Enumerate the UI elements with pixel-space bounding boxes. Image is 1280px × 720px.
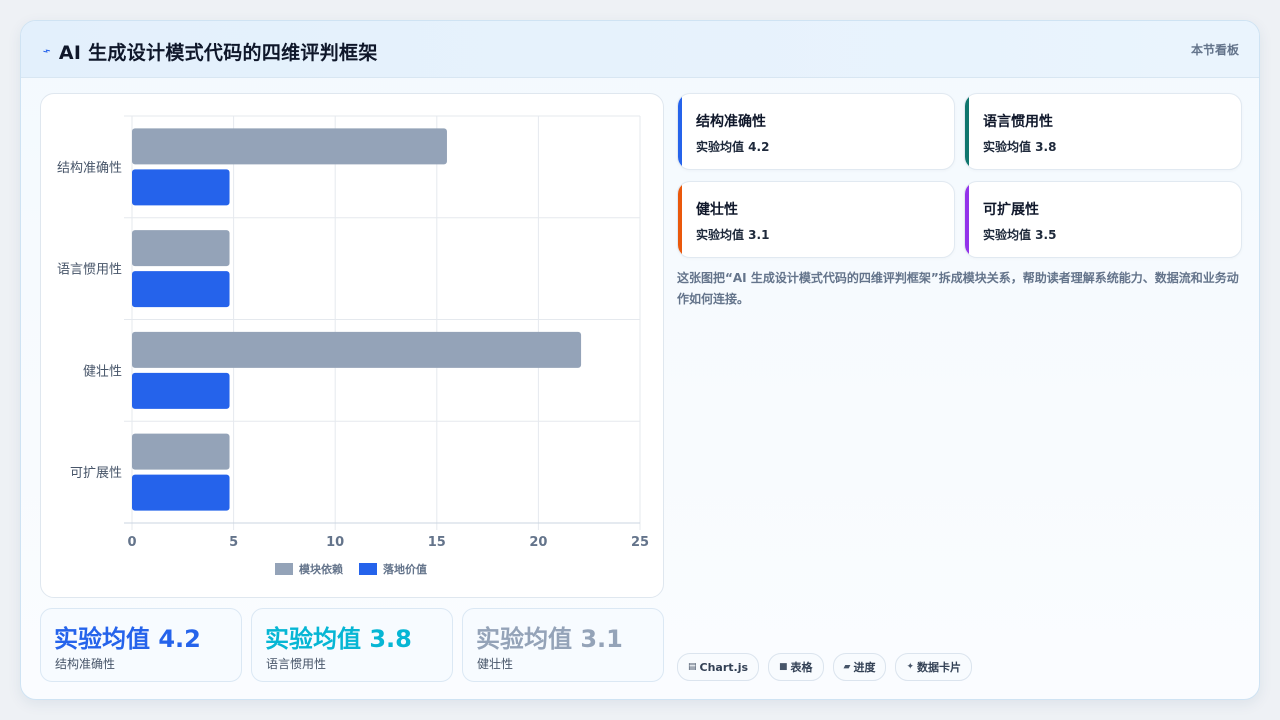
legend-label: 模块依赖 xyxy=(299,562,343,576)
accent-bar xyxy=(678,94,682,169)
tag-label: 数据卡片 xyxy=(917,661,962,674)
tag-list: ▤ Chart.js ■ 表格 ▰ 进度 ✦ 数据卡片 xyxy=(677,653,973,681)
legend-label: 落地价值 xyxy=(383,562,427,576)
accent-bar xyxy=(678,182,682,257)
card-icon: ✦ xyxy=(906,662,915,672)
dimension-card-robustness: 健壮性 实验均值 3.1 xyxy=(677,181,955,258)
bar-module-dependency xyxy=(132,433,230,470)
stat-label: 语言惯用性 xyxy=(266,657,327,671)
legend-swatch xyxy=(275,563,293,575)
table-icon: ■ xyxy=(779,662,788,672)
section-board-label: 本节看板 xyxy=(1190,43,1239,57)
stat-value: 实验均值 4.2 xyxy=(54,625,201,653)
chart-description: 这张图把“AI 生成设计模式代码的四维评判框架”拆成模块关系，帮助读者理解系统能… xyxy=(677,271,1239,306)
stat-value: 实验均值 3.8 xyxy=(265,625,412,653)
tag-table[interactable]: ■ 表格 xyxy=(768,653,824,681)
chart-card: 0 5 10 15 20 25 结构准确性语言惯用性健壮性可扩展性模块依赖 落地价值 xyxy=(40,93,664,598)
x-tick-label: 5 xyxy=(229,535,238,550)
y-tick-label: 可扩展性 xyxy=(70,466,122,481)
bar-module-dependency xyxy=(132,331,582,368)
tag-data-card[interactable]: ✦ 数据卡片 xyxy=(895,653,973,681)
stat-card-robustness: 实验均值 3.1 健壮性 xyxy=(462,608,664,682)
x-tick-label: 15 xyxy=(428,535,446,550)
stat-card-structure: 实验均值 4.2 结构准确性 xyxy=(40,608,242,682)
dimension-name: 语言惯用性 xyxy=(983,114,1053,130)
tag-label: 进度 xyxy=(853,661,876,674)
stat-label: 健壮性 xyxy=(477,657,514,671)
tag-label: Chart.js xyxy=(699,660,749,674)
bar-chart: 0 5 10 15 20 25 结构准确性语言惯用性健壮性可扩展性模块依赖 落地价值 xyxy=(57,115,649,576)
dimension-card-extensibility: 可扩展性 实验均值 3.5 xyxy=(964,181,1242,258)
stat-label: 结构准确性 xyxy=(55,657,116,671)
dimension-card-idiom: 语言惯用性 实验均值 3.8 xyxy=(964,93,1242,170)
legend-swatch xyxy=(359,563,377,575)
bar-landing-value xyxy=(132,474,230,511)
accent-bar xyxy=(965,182,969,257)
chart-icon: ▤ xyxy=(688,662,697,672)
page-title: AI 生成设计模式代码的四维评判框架 xyxy=(58,42,378,64)
tag-chartjs[interactable]: ▤ Chart.js xyxy=(677,653,760,681)
bar-landing-value xyxy=(132,271,230,308)
stat-card-idiom: 实验均值 3.8 语言惯用性 xyxy=(251,608,453,682)
dimension-metric: 实验均值 3.5 xyxy=(983,228,1057,242)
dimension-metric: 实验均值 4.2 xyxy=(696,140,770,154)
bar-landing-value xyxy=(132,169,230,206)
tag-label: 表格 xyxy=(790,661,813,674)
progress-icon: ▰ xyxy=(843,662,851,672)
y-tick-label: 结构准确性 xyxy=(57,161,122,176)
dimension-name: 可扩展性 xyxy=(983,202,1039,218)
y-tick-label: 语言惯用性 xyxy=(57,262,122,278)
dimension-name: 健壮性 xyxy=(696,202,738,218)
title-wrap: ⌁ AI 生成设计模式代码的四维评判框架 xyxy=(40,38,378,65)
x-tick-label: 10 xyxy=(326,535,344,550)
pulse-icon: ⌁ xyxy=(40,43,54,60)
bar-landing-value xyxy=(132,372,230,409)
dimension-name: 结构准确性 xyxy=(696,114,766,130)
bar-module-dependency xyxy=(132,230,230,267)
x-tick-label: 20 xyxy=(529,535,547,550)
dashboard-frame: ⌁ AI 生成设计模式代码的四维评判框架 本节看板 0 5 10 15 20 25 结构准确… xyxy=(20,20,1260,700)
dimension-metric: 实验均值 3.1 xyxy=(696,228,770,242)
tag-progress[interactable]: ▰ 进度 xyxy=(832,653,887,681)
x-tick-label: 0 xyxy=(127,535,136,550)
x-tick-label: 25 xyxy=(631,535,649,550)
header: ⌁ AI 生成设计模式代码的四维评判框架 本节看板 xyxy=(21,21,1259,78)
y-tick-label: 健壮性 xyxy=(83,364,122,379)
stat-value: 实验均值 3.1 xyxy=(476,625,623,653)
accent-bar xyxy=(965,94,969,169)
dimension-card-structure: 结构准确性 实验均值 4.2 xyxy=(677,93,955,170)
dimension-metric: 实验均值 3.8 xyxy=(983,140,1057,154)
bar-module-dependency xyxy=(132,128,447,165)
